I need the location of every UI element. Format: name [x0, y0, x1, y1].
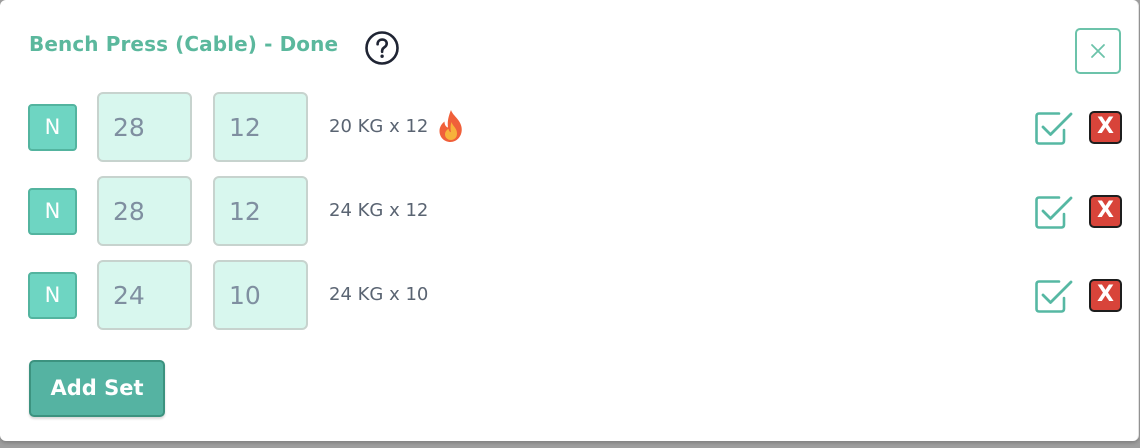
previous-set-text: 24 KG x 12 [329, 200, 429, 221]
question-circle-icon[interactable] [364, 30, 400, 66]
set-type-button[interactable]: N [28, 104, 77, 151]
set-row: N 24 KG x 10 X [0, 260, 1138, 332]
complete-set-checkbox[interactable] [1034, 276, 1074, 316]
weight-input[interactable] [97, 92, 192, 162]
add-set-button[interactable]: Add Set [29, 360, 165, 417]
reps-input[interactable] [213, 176, 308, 246]
reps-input[interactable] [213, 92, 308, 162]
delete-set-button[interactable]: X [1089, 279, 1122, 312]
complete-set-checkbox[interactable] [1034, 108, 1074, 148]
complete-set-checkbox[interactable] [1034, 192, 1074, 232]
delete-set-button[interactable]: X [1089, 111, 1122, 144]
set-type-button[interactable]: N [28, 272, 77, 319]
set-row: N 24 KG x 12 X [0, 176, 1138, 248]
delete-set-button[interactable]: X [1089, 195, 1122, 228]
close-button[interactable] [1075, 28, 1121, 74]
reps-input[interactable] [213, 260, 308, 330]
fire-icon [439, 110, 462, 142]
weight-input[interactable] [97, 176, 192, 246]
previous-set-text: 24 KG x 10 [329, 284, 429, 305]
close-icon [1091, 44, 1105, 58]
set-type-button[interactable]: N [28, 188, 77, 235]
weight-input[interactable] [97, 260, 192, 330]
previous-set-text: 20 KG x 12 [329, 116, 429, 137]
set-row: N 20 KG x 12 X [0, 92, 1138, 164]
exercise-title: Bench Press (Cable) - Done [29, 32, 339, 56]
exercise-card: Bench Press (Cable) - Done N 20 KG x 12 … [0, 0, 1139, 441]
